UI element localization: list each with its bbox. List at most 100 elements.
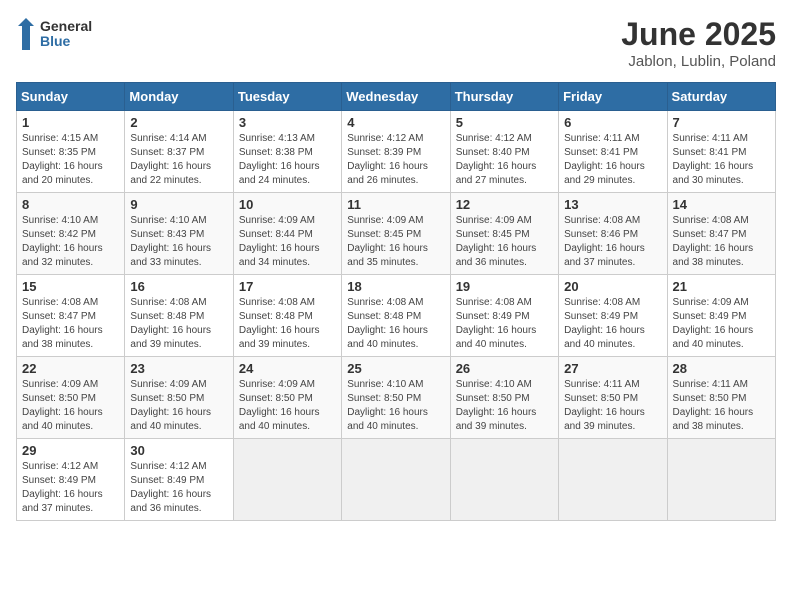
sunrise-text: Sunrise: 4:09 AM: [456, 215, 532, 226]
sunrise-text: Sunrise: 4:09 AM: [673, 297, 749, 308]
calendar-cell: 6 Sunrise: 4:11 AM Sunset: 8:41 PM Dayli…: [559, 111, 667, 193]
calendar-cell: [233, 439, 341, 521]
daylight-text: Daylight: 16 hours and 40 minutes.: [564, 325, 645, 350]
day-info: Sunrise: 4:09 AM Sunset: 8:50 PM Dayligh…: [239, 378, 336, 434]
calendar-cell: 18 Sunrise: 4:08 AM Sunset: 8:48 PM Dayl…: [342, 275, 450, 357]
day-info: Sunrise: 4:11 AM Sunset: 8:50 PM Dayligh…: [673, 378, 770, 434]
daylight-text: Daylight: 16 hours and 38 minutes.: [22, 325, 103, 350]
sunset-text: Sunset: 8:48 PM: [130, 311, 204, 322]
day-number: 30: [130, 443, 227, 458]
day-info: Sunrise: 4:15 AM Sunset: 8:35 PM Dayligh…: [22, 132, 119, 188]
day-number: 20: [564, 279, 661, 294]
calendar-cell: 26 Sunrise: 4:10 AM Sunset: 8:50 PM Dayl…: [450, 357, 558, 439]
sunset-text: Sunset: 8:49 PM: [564, 311, 638, 322]
sunset-text: Sunset: 8:50 PM: [456, 393, 530, 404]
daylight-text: Daylight: 16 hours and 35 minutes.: [347, 243, 428, 268]
logo-general-text: General: [40, 19, 92, 34]
day-info: Sunrise: 4:10 AM Sunset: 8:50 PM Dayligh…: [347, 378, 444, 434]
day-info: Sunrise: 4:09 AM Sunset: 8:50 PM Dayligh…: [130, 378, 227, 434]
sunset-text: Sunset: 8:49 PM: [130, 475, 204, 486]
calendar-cell: 10 Sunrise: 4:09 AM Sunset: 8:44 PM Dayl…: [233, 193, 341, 275]
day-info: Sunrise: 4:11 AM Sunset: 8:41 PM Dayligh…: [564, 132, 661, 188]
daylight-text: Daylight: 16 hours and 20 minutes.: [22, 161, 103, 186]
column-header-thursday: Thursday: [450, 83, 558, 111]
calendar-cell: 17 Sunrise: 4:08 AM Sunset: 8:48 PM Dayl…: [233, 275, 341, 357]
sunrise-text: Sunrise: 4:08 AM: [564, 215, 640, 226]
day-info: Sunrise: 4:13 AM Sunset: 8:38 PM Dayligh…: [239, 132, 336, 188]
sunset-text: Sunset: 8:47 PM: [22, 311, 96, 322]
day-number: 16: [130, 279, 227, 294]
column-header-saturday: Saturday: [667, 83, 775, 111]
day-info: Sunrise: 4:08 AM Sunset: 8:48 PM Dayligh…: [347, 296, 444, 352]
daylight-text: Daylight: 16 hours and 40 minutes.: [130, 407, 211, 432]
sunrise-text: Sunrise: 4:10 AM: [347, 379, 423, 390]
sunset-text: Sunset: 8:47 PM: [673, 229, 747, 240]
day-info: Sunrise: 4:08 AM Sunset: 8:48 PM Dayligh…: [130, 296, 227, 352]
column-header-tuesday: Tuesday: [233, 83, 341, 111]
calendar-cell: 28 Sunrise: 4:11 AM Sunset: 8:50 PM Dayl…: [667, 357, 775, 439]
day-number: 27: [564, 361, 661, 376]
day-number: 19: [456, 279, 553, 294]
day-number: 23: [130, 361, 227, 376]
sunrise-text: Sunrise: 4:09 AM: [239, 215, 315, 226]
sunset-text: Sunset: 8:50 PM: [239, 393, 313, 404]
sunrise-text: Sunrise: 4:08 AM: [22, 297, 98, 308]
page-header: General Blue June 2025 Jablon, Lublin, P…: [16, 16, 776, 70]
daylight-text: Daylight: 16 hours and 26 minutes.: [347, 161, 428, 186]
day-info: Sunrise: 4:09 AM Sunset: 8:44 PM Dayligh…: [239, 214, 336, 270]
sunrise-text: Sunrise: 4:15 AM: [22, 133, 98, 144]
daylight-text: Daylight: 16 hours and 40 minutes.: [347, 407, 428, 432]
day-info: Sunrise: 4:14 AM Sunset: 8:37 PM Dayligh…: [130, 132, 227, 188]
day-info: Sunrise: 4:10 AM Sunset: 8:43 PM Dayligh…: [130, 214, 227, 270]
daylight-text: Daylight: 16 hours and 24 minutes.: [239, 161, 320, 186]
day-number: 26: [456, 361, 553, 376]
day-number: 4: [347, 115, 444, 130]
sunrise-text: Sunrise: 4:11 AM: [564, 379, 639, 390]
column-header-friday: Friday: [559, 83, 667, 111]
calendar-cell: 16 Sunrise: 4:08 AM Sunset: 8:48 PM Dayl…: [125, 275, 233, 357]
day-info: Sunrise: 4:08 AM Sunset: 8:49 PM Dayligh…: [456, 296, 553, 352]
sunset-text: Sunset: 8:42 PM: [22, 229, 96, 240]
daylight-text: Daylight: 16 hours and 38 minutes.: [673, 243, 754, 268]
calendar-cell: 7 Sunrise: 4:11 AM Sunset: 8:41 PM Dayli…: [667, 111, 775, 193]
calendar-cell: 19 Sunrise: 4:08 AM Sunset: 8:49 PM Dayl…: [450, 275, 558, 357]
day-number: 25: [347, 361, 444, 376]
sunrise-text: Sunrise: 4:10 AM: [456, 379, 532, 390]
sunset-text: Sunset: 8:40 PM: [456, 147, 530, 158]
day-info: Sunrise: 4:09 AM Sunset: 8:50 PM Dayligh…: [22, 378, 119, 434]
calendar-cell: 1 Sunrise: 4:15 AM Sunset: 8:35 PM Dayli…: [17, 111, 125, 193]
calendar-cell: 11 Sunrise: 4:09 AM Sunset: 8:45 PM Dayl…: [342, 193, 450, 275]
calendar-cell: 22 Sunrise: 4:09 AM Sunset: 8:50 PM Dayl…: [17, 357, 125, 439]
sunset-text: Sunset: 8:50 PM: [130, 393, 204, 404]
daylight-text: Daylight: 16 hours and 40 minutes.: [347, 325, 428, 350]
calendar-cell: 8 Sunrise: 4:10 AM Sunset: 8:42 PM Dayli…: [17, 193, 125, 275]
sunset-text: Sunset: 8:44 PM: [239, 229, 313, 240]
day-number: 17: [239, 279, 336, 294]
daylight-text: Daylight: 16 hours and 39 minutes.: [239, 325, 320, 350]
day-number: 7: [673, 115, 770, 130]
title-area: June 2025 Jablon, Lublin, Poland: [621, 16, 776, 70]
sunrise-text: Sunrise: 4:09 AM: [22, 379, 98, 390]
daylight-text: Daylight: 16 hours and 37 minutes.: [564, 243, 645, 268]
calendar-cell: 2 Sunrise: 4:14 AM Sunset: 8:37 PM Dayli…: [125, 111, 233, 193]
daylight-text: Daylight: 16 hours and 40 minutes.: [673, 325, 754, 350]
day-info: Sunrise: 4:09 AM Sunset: 8:45 PM Dayligh…: [347, 214, 444, 270]
calendar-cell: 9 Sunrise: 4:10 AM Sunset: 8:43 PM Dayli…: [125, 193, 233, 275]
daylight-text: Daylight: 16 hours and 39 minutes.: [456, 407, 537, 432]
sunset-text: Sunset: 8:45 PM: [456, 229, 530, 240]
day-info: Sunrise: 4:12 AM Sunset: 8:49 PM Dayligh…: [130, 460, 227, 516]
column-header-wednesday: Wednesday: [342, 83, 450, 111]
day-info: Sunrise: 4:12 AM Sunset: 8:39 PM Dayligh…: [347, 132, 444, 188]
day-number: 12: [456, 197, 553, 212]
calendar-cell: 13 Sunrise: 4:08 AM Sunset: 8:46 PM Dayl…: [559, 193, 667, 275]
day-info: Sunrise: 4:09 AM Sunset: 8:49 PM Dayligh…: [673, 296, 770, 352]
logo-shape-icon: [16, 16, 36, 52]
day-number: 10: [239, 197, 336, 212]
sunset-text: Sunset: 8:39 PM: [347, 147, 421, 158]
sunrise-text: Sunrise: 4:08 AM: [456, 297, 532, 308]
calendar-cell: 30 Sunrise: 4:12 AM Sunset: 8:49 PM Dayl…: [125, 439, 233, 521]
daylight-text: Daylight: 16 hours and 36 minutes.: [456, 243, 537, 268]
sunset-text: Sunset: 8:45 PM: [347, 229, 421, 240]
daylight-text: Daylight: 16 hours and 40 minutes.: [456, 325, 537, 350]
daylight-text: Daylight: 16 hours and 40 minutes.: [22, 407, 103, 432]
